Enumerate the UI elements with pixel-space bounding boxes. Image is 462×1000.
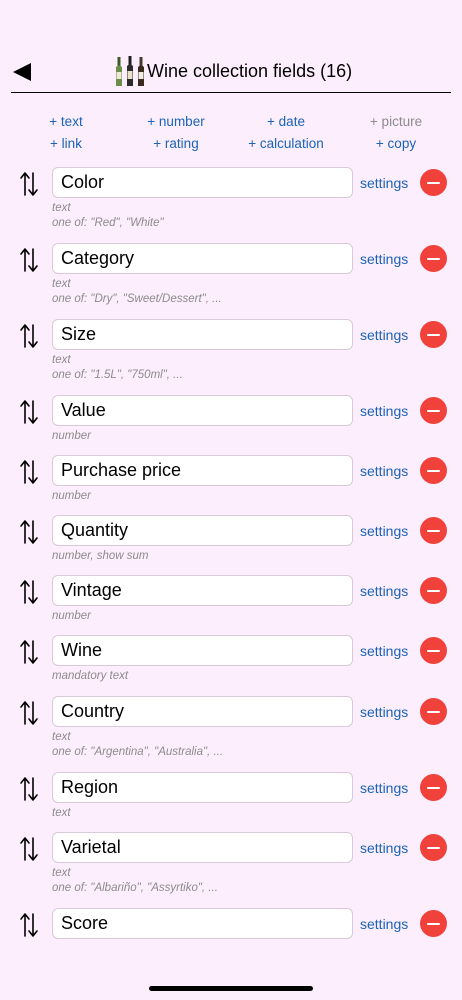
reorder-handle-icon[interactable] — [19, 171, 39, 197]
field-name-input[interactable]: Value — [52, 395, 353, 426]
field-row: Purchase price settings number — [0, 455, 462, 515]
reorder-handle-icon[interactable] — [19, 776, 39, 802]
field-name-input[interactable]: Country — [52, 696, 353, 727]
remove-field-icon[interactable] — [420, 910, 447, 937]
title-group: Wine collection fields (16) — [114, 54, 352, 88]
field-options-label: one of: "1.5L", "750ml", ... — [52, 369, 183, 381]
field-options-label: one of: "Red", "White" — [52, 217, 164, 229]
field-row: Wine settings mandatory text — [0, 635, 462, 695]
remove-field-icon[interactable] — [420, 397, 447, 424]
add-rating-link[interactable]: + rating — [153, 136, 198, 151]
field-row: Country settings text one of: "Argentina", … — [0, 696, 462, 758]
page-title: Wine collection fields (16) — [147, 60, 353, 81]
field-settings-link[interactable]: settings — [360, 643, 408, 659]
field-settings-link[interactable]: settings — [360, 916, 408, 932]
reorder-handle-icon[interactable] — [19, 459, 39, 485]
add-text-link[interactable]: + text — [49, 114, 82, 129]
field-name-input[interactable]: Category — [52, 243, 353, 274]
field-type-label: number — [52, 490, 91, 502]
back-arrow-icon — [13, 63, 31, 81]
add-field-row-2: + link + rating + calculation + copy — [0, 136, 462, 156]
reorder-handle-icon[interactable] — [19, 639, 39, 665]
wine-bottles-icon — [116, 56, 144, 86]
field-row: Region settings text — [0, 772, 462, 832]
reorder-handle-icon[interactable] — [19, 519, 39, 545]
field-type-label: text — [52, 202, 71, 214]
add-picture-link[interactable]: + picture — [370, 114, 422, 129]
field-type-label: number — [52, 610, 91, 622]
add-copy-link[interactable]: + copy — [376, 136, 416, 151]
reorder-handle-icon[interactable] — [19, 912, 39, 938]
field-settings-link[interactable]: settings — [360, 523, 408, 539]
add-calculation-link[interactable]: + calculation — [248, 136, 323, 151]
add-number-link[interactable]: + number — [147, 114, 204, 129]
field-name-input[interactable]: Quantity — [52, 515, 353, 546]
reorder-handle-icon[interactable] — [19, 836, 39, 862]
remove-field-icon[interactable] — [420, 577, 447, 604]
field-options-label: one of: "Albariño", "Assyrtiko", ... — [52, 882, 218, 894]
remove-field-icon[interactable] — [420, 834, 447, 861]
field-row: Color settings text one of: "Red", "White" — [0, 167, 462, 229]
field-settings-link[interactable]: settings — [360, 175, 408, 191]
reorder-handle-icon[interactable] — [19, 323, 39, 349]
field-type-label: mandatory text — [52, 670, 129, 682]
add-link-link[interactable]: + link — [50, 136, 82, 151]
field-settings-link[interactable]: settings — [360, 403, 408, 419]
field-name-input[interactable]: Size — [52, 319, 353, 350]
field-name-input[interactable]: Region — [52, 772, 353, 803]
home-indicator — [149, 986, 313, 991]
remove-field-icon[interactable] — [420, 774, 447, 801]
field-settings-link[interactable]: settings — [360, 327, 408, 343]
field-name-input[interactable]: Color — [52, 167, 353, 198]
remove-field-icon[interactable] — [420, 698, 447, 725]
header: Wine collection fields (16) — [0, 48, 462, 94]
remove-field-icon[interactable] — [420, 245, 447, 272]
field-row: Quantity settings number, show sum — [0, 515, 462, 575]
field-settings-link[interactable]: settings — [360, 780, 408, 796]
reorder-handle-icon[interactable] — [19, 700, 39, 726]
field-type-label: text — [52, 731, 71, 743]
field-settings-link[interactable]: settings — [360, 704, 408, 720]
field-row: Category settings text one of: "Dry", "Swee… — [0, 243, 462, 305]
field-row: Vintage settings number — [0, 575, 462, 635]
field-name-input[interactable]: Vintage — [52, 575, 353, 606]
field-name-input[interactable]: Wine — [52, 635, 353, 666]
field-row: Score settings — [0, 908, 462, 968]
reorder-handle-icon[interactable] — [19, 579, 39, 605]
field-type-label: text — [52, 867, 71, 879]
field-name-input[interactable]: Purchase price — [52, 455, 353, 486]
header-divider — [11, 92, 451, 93]
field-name-input[interactable]: Score — [52, 908, 353, 939]
back-button[interactable] — [11, 62, 33, 82]
remove-field-icon[interactable] — [420, 457, 447, 484]
remove-field-icon[interactable] — [420, 169, 447, 196]
remove-field-icon[interactable] — [420, 517, 447, 544]
field-options-label: one of: "Dry", "Sweet/Dessert", ... — [52, 293, 222, 305]
field-settings-link[interactable]: settings — [360, 840, 408, 856]
reorder-handle-icon[interactable] — [19, 399, 39, 425]
field-name-input[interactable]: Varietal — [52, 832, 353, 863]
field-type-label: number, show sum — [52, 550, 149, 562]
remove-field-icon[interactable] — [420, 321, 447, 348]
field-type-label: text — [52, 278, 71, 290]
field-options-label: one of: "Argentina", "Australia", ... — [52, 746, 224, 758]
field-type-label: text — [52, 807, 71, 819]
field-type-label: text — [52, 354, 71, 366]
add-field-row-1: + text + number + date + picture — [0, 114, 462, 134]
reorder-handle-icon[interactable] — [19, 247, 39, 273]
field-row: Varietal settings text one of: "Albariño", … — [0, 832, 462, 894]
add-date-link[interactable]: + date — [267, 114, 305, 129]
field-row: Size settings text one of: "1.5L", "750ml",… — [0, 319, 462, 381]
field-settings-link[interactable]: settings — [360, 583, 408, 599]
field-settings-link[interactable]: settings — [360, 463, 408, 479]
field-settings-link[interactable]: settings — [360, 251, 408, 267]
field-row: Value settings number — [0, 395, 462, 455]
remove-field-icon[interactable] — [420, 637, 447, 664]
field-type-label: number — [52, 430, 91, 442]
